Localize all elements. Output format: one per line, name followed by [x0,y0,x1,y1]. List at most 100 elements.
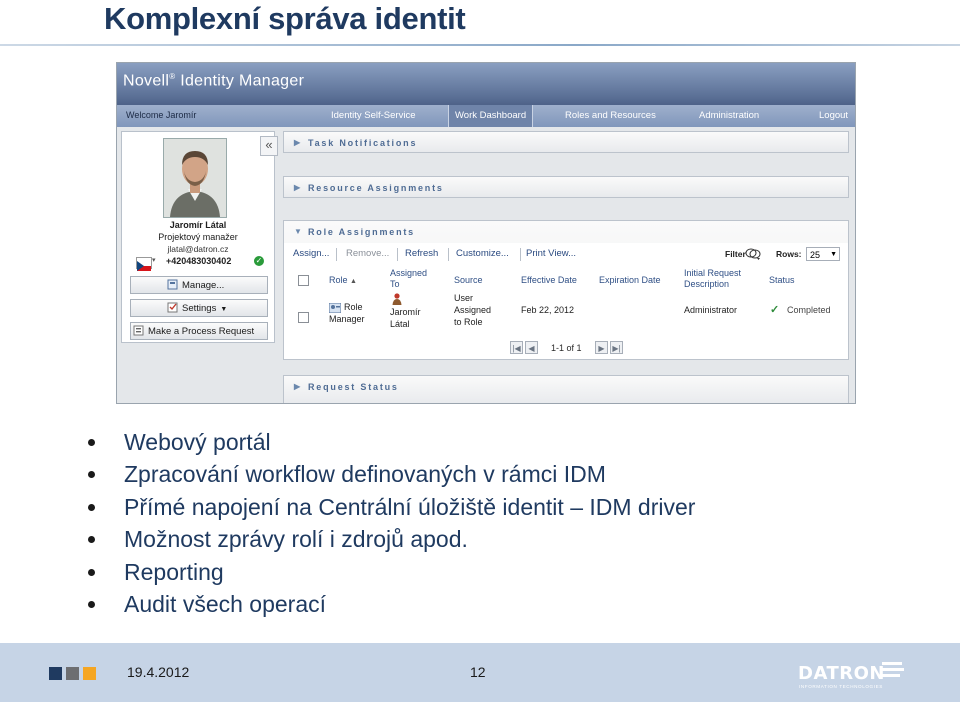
slide-title: Komplexní správa identit [104,1,466,36]
toolbar-divider [336,248,337,261]
nav-roles-and-resources[interactable]: Roles and Resources [565,105,656,127]
app-header: Novell® Identity Manager [117,63,855,105]
col-source[interactable]: Source [454,275,483,286]
process-request-button-label: Make a Process Request [148,326,255,337]
col-assigned-label-2: To [390,279,400,289]
profile-panel: « Jaromír Látal Projektový manažer jlata… [121,131,278,343]
col-role[interactable]: Role ▲ [329,275,357,287]
col-effective-date[interactable]: Effective Date [521,275,577,286]
dashboard-content: « Jaromír Látal Projektový manažer jlata… [117,127,855,403]
section-header[interactable]: ▶ Request Status [284,376,848,398]
customize-button[interactable]: Customize... [456,248,509,259]
section-title: Task Notifications [308,138,418,148]
datron-stripes-icon [882,662,904,677]
logo-product: Identity Manager [175,72,305,90]
row-source-line3: to Role [454,317,483,327]
nav-identity-self-service[interactable]: Identity Self-Service [331,105,415,127]
section-header[interactable]: ▶ Task Notifications [284,132,848,154]
resource-assignments-section[interactable]: ▶ Resource Assignments [283,176,849,198]
rows-chevron-down-icon: ▼ [830,251,837,258]
rows-per-page-select[interactable]: 25 ▼ [806,247,840,261]
bullet-text: Reporting [124,558,224,585]
first-page-icon[interactable]: |◀ [510,341,523,354]
czech-flag-icon [136,257,152,271]
settings-chevron-down-icon: ▼ [220,306,228,313]
rows-select-value: 25 [810,250,821,260]
slide-footer: 19.4.2012 12 DATRON INFORMATION TECHNOLO… [0,643,960,702]
toolbar-divider [520,248,521,261]
toolbar-divider [448,248,449,261]
row-status: Completed [787,305,831,315]
bullet-dot [88,600,95,608]
col-status[interactable]: Status [769,275,795,286]
row-source-line2: Assigned [454,305,492,315]
sort-ascending-icon: ▲ [350,278,357,285]
nav-logout[interactable]: Logout [819,105,848,127]
rows-label: Rows: [776,249,802,259]
col-initial-label-1: Initial Request [684,268,742,278]
manage-button-label: Manage... [182,280,225,291]
bullet-list: Webový portál Zpracování workflow defino… [88,426,695,620]
select-all-checkbox[interactable] [298,275,309,286]
nav-work-dashboard[interactable]: Work Dashboard [448,105,534,127]
bullet-text: Přímé napojení na Centrální úložiště ide… [124,493,696,520]
settings-button[interactable]: Settings ▼ [130,299,268,317]
bullet-text: Zpracování workflow definovaných v rámci… [124,461,606,488]
print-view-button[interactable]: Print View... [526,248,576,259]
prev-page-icon[interactable]: ◀ [525,341,538,354]
title-underline [0,44,960,46]
section-header[interactable]: ▶ Resource Assignments [284,177,848,199]
manage-button[interactable]: Manage... [130,276,268,294]
assign-button[interactable]: Assign... [293,248,329,259]
footer-date: 19.4.2012 [127,664,190,680]
make-process-request-button[interactable]: Make a Process Request [130,322,268,340]
phone-row: ▾ +420483030402 ✓ [132,256,268,271]
filter-icon[interactable] [745,247,761,265]
col-assigned-label-1: Assigned [390,268,428,278]
next-page-icon[interactable]: ▶ [595,341,608,354]
row-role-line1[interactable]: Role [344,302,363,313]
identity-manager-screenshot: Novell® Identity Manager Welcome Jaromír… [116,62,856,404]
user-name: Jaromír Látal [169,220,227,230]
settings-icon [167,302,178,313]
settings-button-label: Settings [182,303,217,314]
expand-arrow-icon: ▶ [294,382,302,391]
collapse-panel-button[interactable]: « [260,136,278,156]
row-assigned-line1: Jaromír [390,307,421,317]
bullet-item: Reporting [88,556,695,588]
user-email[interactable]: jlatal@datron.cz [122,244,274,254]
col-assigned-to[interactable]: Assigned To [390,268,427,290]
row-assigned-line2: Látal [390,319,410,329]
bullet-dot [88,568,95,576]
bullet-item: Audit všech operací [88,588,695,620]
col-expiration-date[interactable]: Expiration Date [599,275,661,286]
app-logo: Novell® Identity Manager [123,72,304,90]
nav-administration[interactable]: Administration [699,105,759,127]
col-initial-label-2: Description [684,279,730,289]
last-page-icon[interactable]: ▶| [610,341,623,354]
row-role-line2[interactable]: Manager [329,314,365,325]
status-check-icon: ✓ [770,304,780,316]
row-initial-request: Administrator [684,305,738,315]
phone-verified-icon: ✓ [254,256,264,266]
filter-button[interactable]: Filter [725,249,746,259]
user-phone: +420483030402 [166,256,232,266]
country-dropdown-arrow-icon[interactable]: ▾ [152,256,156,264]
refresh-button[interactable]: Refresh [405,248,438,259]
collapse-arrow-icon: ▼ [294,227,304,236]
bullet-dot [88,471,95,479]
remove-button[interactable]: Remove... [346,248,389,259]
expand-arrow-icon: ▶ [294,138,302,147]
request-status-section[interactable]: ▶ Request Status [283,375,849,403]
row-checkbox[interactable] [298,312,309,323]
task-notifications-section[interactable]: ▶ Task Notifications [283,131,849,153]
footer-square-gray [66,667,79,680]
datron-logo-subtitle: INFORMATION TECHNOLOGIES [799,684,883,689]
section-header[interactable]: ▼ Role Assignments [284,221,848,243]
user-photo-image [164,139,226,217]
logo-brand: Novell [123,72,170,90]
datron-logo: DATRON INFORMATION TECHNOLOGIES [798,660,910,690]
col-initial-request[interactable]: Initial Request Description [684,268,741,290]
welcome-text: Welcome Jaromír [126,110,197,120]
bullet-text: Webový portál [124,429,271,455]
